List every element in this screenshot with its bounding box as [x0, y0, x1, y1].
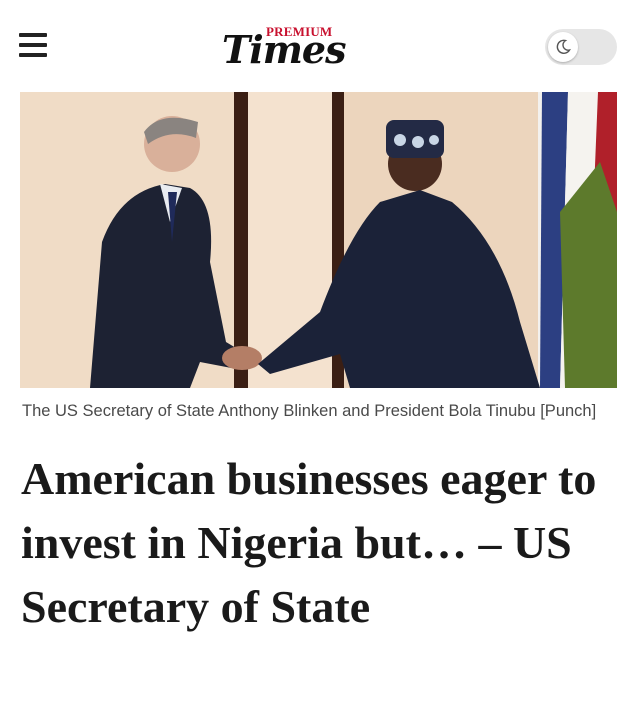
moon-icon [556, 39, 571, 54]
toggle-knob [548, 32, 578, 62]
dark-mode-toggle[interactable] [545, 29, 617, 65]
image-caption: The US Secretary of State Anthony Blinke… [22, 402, 597, 420]
hamburger-menu-icon[interactable] [19, 33, 47, 57]
logo-times-text: Times [222, 27, 346, 72]
site-header: PREMIUM Times [0, 0, 637, 92]
article-photo [20, 92, 617, 388]
site-logo[interactable]: PREMIUM Times [222, 24, 382, 74]
article-headline[interactable]: American businesses eager to invest in N… [21, 447, 621, 639]
